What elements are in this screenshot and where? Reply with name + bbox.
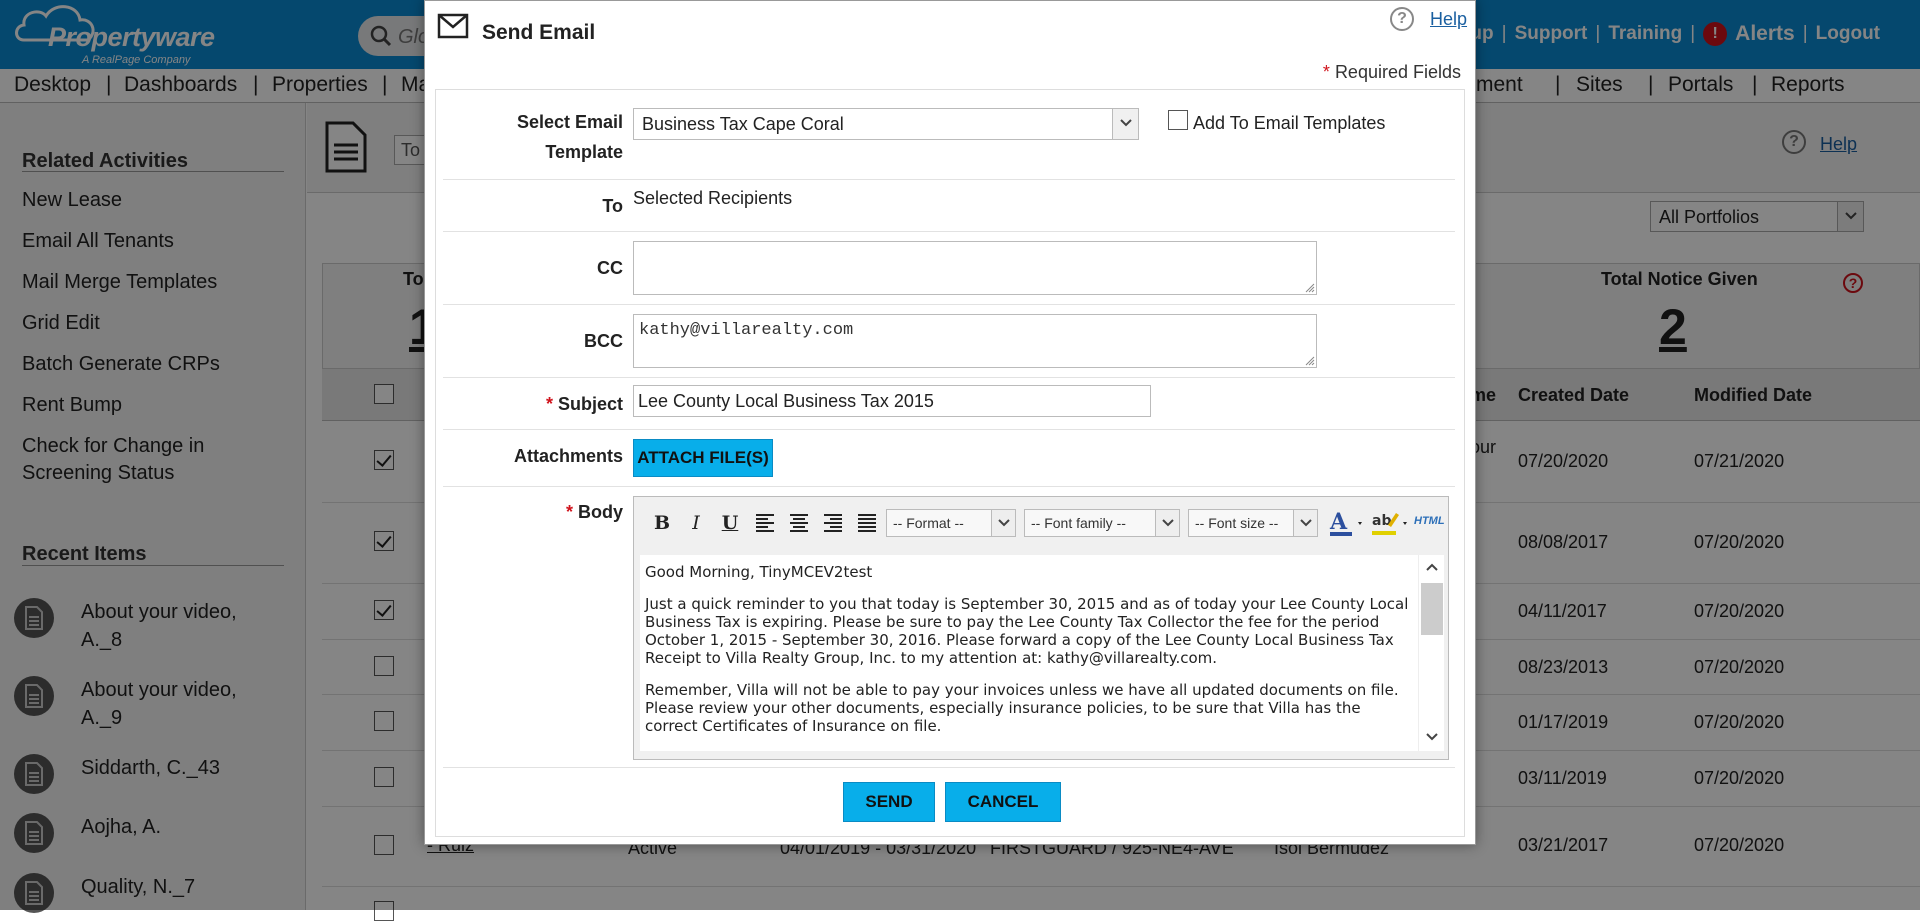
svg-text:A: A [1329, 509, 1348, 535]
divider [443, 231, 1455, 232]
body-label: * Body [443, 497, 623, 527]
required-star: * [545, 394, 553, 414]
rich-text-editor: B I U -- Format -- -- Font family -- -- … [633, 496, 1449, 760]
required-fields-label: Required Fields [1334, 62, 1461, 82]
divider [443, 767, 1455, 768]
underline-button[interactable]: U [718, 511, 742, 535]
email-template-value: Business Tax Cape Coral [642, 114, 844, 134]
send-email-dialog: Send Email ? Help * Required Fields Sele… [424, 0, 1476, 845]
editor-toolbar: B I U -- Format -- -- Font family -- -- … [638, 501, 1445, 549]
bold-button[interactable]: B [650, 511, 674, 535]
divider [443, 486, 1455, 487]
align-center-icon[interactable] [788, 511, 810, 533]
required-star: * [1322, 62, 1330, 82]
font-family-select-value: -- Font family -- [1031, 515, 1126, 531]
to-label: To [602, 196, 623, 216]
envelope-icon [437, 13, 469, 39]
chevron-down-icon [1155, 510, 1179, 536]
resize-grip-icon[interactable] [1305, 356, 1315, 366]
subject-label-text: Subject [557, 394, 623, 414]
chevron-up-icon[interactable] [1426, 563, 1438, 571]
body-paragraph: Remember, Villa will not be able to pay … [645, 681, 1399, 735]
chevron-down-icon [1293, 510, 1317, 536]
divider [443, 377, 1455, 378]
align-right-icon[interactable] [822, 511, 844, 533]
highlight-color-icon[interactable]: ab [1370, 509, 1414, 537]
required-star: * [565, 502, 573, 522]
svg-text:ab: ab [1372, 513, 1391, 529]
chevron-down-icon [1112, 109, 1138, 139]
required-fields-note: * Required Fields [1323, 62, 1461, 83]
attachments-label: Attachments [513, 446, 623, 466]
font-family-select[interactable]: -- Font family -- [1024, 509, 1180, 537]
send-button[interactable]: SEND [843, 782, 935, 822]
add-to-templates-checkbox[interactable] [1168, 110, 1188, 130]
italic-button[interactable]: I [684, 511, 708, 535]
resize-grip-icon[interactable] [1305, 283, 1315, 293]
email-template-select[interactable]: Business Tax Cape Coral [633, 108, 1139, 140]
dialog-title: Send Email [482, 21, 596, 44]
chevron-down-icon[interactable] [1426, 733, 1438, 741]
body-paragraph: Just a quick reminder to you that today … [645, 595, 1409, 667]
editor-scrollbar[interactable] [1418, 555, 1444, 751]
help-link[interactable]: Help [1430, 9, 1467, 30]
text-color-icon[interactable]: A [1328, 509, 1368, 537]
body-label-text: Body [578, 502, 623, 522]
align-justify-icon[interactable] [856, 511, 878, 533]
format-select-value: -- Format -- [893, 515, 964, 531]
body-paragraph: Good Morning, TinyMCEV2test [645, 563, 873, 581]
cancel-button[interactable]: CANCEL [945, 782, 1061, 822]
email-body-content[interactable]: Good Morning, TinyMCEV2test Just a quick… [640, 555, 1418, 751]
cc-field[interactable] [633, 241, 1317, 295]
subject-label: * Subject [443, 389, 623, 419]
divider [443, 179, 1455, 180]
font-size-select[interactable]: -- Font size -- [1188, 509, 1318, 537]
html-source-button[interactable]: HTML [1414, 515, 1445, 527]
add-to-templates-label: Add To Email Templates [1193, 113, 1386, 133]
divider [443, 429, 1455, 430]
chevron-down-icon [991, 510, 1015, 536]
bcc-field[interactable]: kathy@villarealty.com [633, 314, 1317, 368]
to-value: Selected Recipients [633, 188, 793, 208]
template-label: Select Email Template [516, 112, 623, 162]
help-icon[interactable]: ? [1390, 7, 1414, 31]
font-size-select-value: -- Font size -- [1195, 515, 1279, 531]
format-select[interactable]: -- Format -- [886, 509, 1016, 537]
cc-label: CC [597, 258, 623, 278]
bcc-label: BCC [584, 331, 623, 351]
subject-input[interactable]: Lee County Local Business Tax 2015 [633, 385, 1151, 417]
scrollbar-thumb[interactable] [1421, 583, 1443, 635]
divider [443, 304, 1455, 305]
attach-files-button[interactable]: ATTACH FILE(S) [633, 439, 773, 477]
align-left-icon[interactable] [754, 511, 776, 533]
